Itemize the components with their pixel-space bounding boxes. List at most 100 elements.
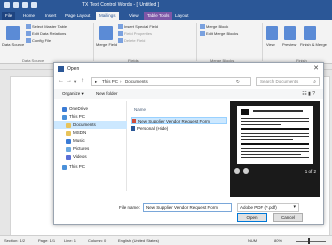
tab-insert[interactable]: Insert bbox=[42, 12, 59, 20]
zoom-slider[interactable] bbox=[296, 240, 326, 242]
search-placeholder: Search Documents bbox=[260, 79, 299, 84]
nav-item-music[interactable]: Music bbox=[54, 137, 127, 145]
dialog-command-bar: Organize ▾ New folder ☷ ▮ ? bbox=[54, 89, 323, 99]
data-source-label[interactable]: Data Source bbox=[2, 42, 24, 47]
pictures-icon bbox=[66, 146, 71, 152]
ribbon-separator bbox=[93, 23, 94, 61]
back-arrow-icon[interactable]: ← bbox=[58, 77, 64, 86]
nav-item-pictures[interactable]: Pictures bbox=[54, 145, 127, 153]
nav-item-this-pc-2[interactable]: This PC bbox=[54, 163, 127, 171]
field-properties-button[interactable]: Field Properties bbox=[124, 31, 152, 36]
config-file-button[interactable]: Config File bbox=[32, 38, 51, 43]
tab-home[interactable]: Home bbox=[20, 12, 38, 20]
merge-block-icon bbox=[200, 24, 205, 29]
navigation-pane: OneDrive This PC Documents MSDN Music Pi… bbox=[54, 101, 127, 191]
forward-arrow-icon[interactable]: → bbox=[66, 77, 72, 86]
preview-icon[interactable] bbox=[284, 26, 296, 40]
preview-page-counter: 1 of 2 bbox=[304, 169, 316, 174]
file-row[interactable]: New Supplier Vendor Request Form bbox=[131, 117, 227, 124]
undo-icon[interactable] bbox=[22, 2, 28, 8]
file-name-input[interactable]: New Supplier Vendor Request Form bbox=[143, 203, 232, 212]
cancel-button[interactable]: Cancel bbox=[273, 213, 303, 222]
preview-heading bbox=[253, 110, 303, 112]
file-name: New Supplier Vendor Request Form bbox=[138, 119, 211, 124]
previous-page-icon[interactable] bbox=[234, 168, 240, 174]
status-language[interactable]: English (United States) bbox=[118, 238, 159, 243]
open-button[interactable]: Open bbox=[237, 213, 267, 222]
merge-block-button[interactable]: Merge Block bbox=[206, 24, 228, 29]
tab-file[interactable]: File bbox=[2, 12, 16, 20]
folder-icon: ▸ bbox=[95, 79, 98, 84]
change-view-icon[interactable]: ☷ bbox=[302, 91, 306, 97]
preview-button[interactable]: Preview bbox=[282, 42, 296, 47]
select-master-table-button[interactable]: Select Master Table bbox=[32, 24, 67, 29]
search-input[interactable]: Search Documents ⌕ bbox=[256, 77, 320, 86]
new-folder-button[interactable]: New folder bbox=[96, 91, 118, 96]
ribbon: Data Source Select Master Table Edit Dat… bbox=[0, 20, 332, 64]
close-icon[interactable]: ✕ bbox=[313, 64, 319, 73]
organize-button[interactable]: Organize ▾ bbox=[62, 91, 84, 97]
file-row[interactable]: Personal (Hide) bbox=[131, 125, 227, 132]
document-file-icon bbox=[131, 126, 135, 131]
nav-item-videos[interactable]: Videos bbox=[54, 153, 127, 161]
edit-data-relations-icon bbox=[26, 31, 31, 36]
preview-section-bar bbox=[241, 128, 309, 130]
finish-merge-button[interactable]: Finish & Merge bbox=[300, 42, 330, 47]
tab-layout[interactable]: Layout bbox=[172, 12, 192, 20]
redo-icon[interactable] bbox=[31, 2, 37, 8]
view-options: ☷ ▮ ? bbox=[302, 91, 315, 97]
cloud-icon bbox=[62, 106, 67, 112]
merge-field-icon[interactable] bbox=[99, 26, 113, 40]
edit-data-relations-button[interactable]: Edit Data Relations bbox=[32, 31, 66, 36]
ribbon-separator bbox=[262, 23, 263, 61]
computer-icon bbox=[62, 114, 67, 120]
breadcrumb-this-pc[interactable]: This PC bbox=[102, 79, 118, 84]
preview-pane-icon[interactable]: ▮ bbox=[308, 91, 311, 97]
zoom-slider-thumb[interactable] bbox=[308, 238, 310, 244]
tab-table-tools: Table Tools bbox=[144, 12, 173, 20]
status-column: Column: 0 bbox=[88, 238, 107, 243]
insert-special-field-button[interactable]: Insert Special Field bbox=[124, 24, 158, 29]
edit-merge-blocks-button[interactable]: Edit Merge Blocks bbox=[206, 31, 238, 36]
dialog-app-icon bbox=[58, 66, 64, 72]
nav-item-onedrive[interactable]: OneDrive bbox=[54, 105, 127, 113]
tab-mailings[interactable]: Mailings bbox=[96, 12, 119, 20]
nav-item-documents[interactable]: Documents bbox=[54, 121, 127, 129]
nav-item-this-pc[interactable]: This PC bbox=[54, 113, 127, 121]
view-button[interactable]: View bbox=[266, 42, 275, 47]
delete-field-button[interactable]: Delete Field bbox=[124, 38, 145, 43]
data-source-icon[interactable] bbox=[6, 26, 20, 40]
file-name-value: New Supplier Vendor Request Form bbox=[146, 205, 219, 210]
status-num: NUM bbox=[248, 238, 258, 243]
file-name-label: File name: bbox=[119, 205, 141, 210]
file-type-select[interactable]: Adobe PDF (*.pdf) ▾ bbox=[237, 203, 299, 212]
address-bar[interactable]: ▸ This PC › Documents ↻ bbox=[91, 77, 251, 86]
next-page-icon[interactable] bbox=[243, 168, 249, 174]
preview-line bbox=[241, 124, 281, 125]
preview-line bbox=[241, 133, 309, 134]
finish-merge-icon[interactable] bbox=[304, 26, 316, 40]
refresh-icon[interactable]: ↻ bbox=[236, 79, 240, 85]
pdf-preview-page bbox=[237, 106, 313, 164]
quick-access-toolbar bbox=[4, 2, 37, 8]
recent-locations-chevron-icon[interactable]: ▾ bbox=[74, 77, 76, 86]
up-arrow-icon[interactable]: ↑ bbox=[81, 77, 84, 86]
tab-view[interactable]: View bbox=[126, 12, 142, 20]
breadcrumb-documents[interactable]: Documents bbox=[125, 79, 148, 84]
folder-icon bbox=[66, 130, 71, 136]
dialog-navigation-bar: ← → ▾ ↑ ▸ This PC › Documents ↻ Search D… bbox=[58, 77, 320, 86]
help-icon[interactable]: ? bbox=[312, 91, 315, 97]
column-header-name[interactable]: Name bbox=[134, 107, 146, 112]
dialog-title-bar: Open ✕ bbox=[54, 63, 323, 75]
search-icon: ⌕ bbox=[313, 79, 316, 85]
tab-page-layout[interactable]: Page Layout bbox=[62, 12, 93, 20]
nav-item-msdn[interactable]: MSDN bbox=[54, 129, 127, 137]
videos-icon bbox=[66, 154, 71, 160]
zoom-level[interactable]: 80% bbox=[274, 238, 282, 243]
merge-field-label[interactable]: Merge Field bbox=[96, 42, 117, 47]
view-icon[interactable] bbox=[266, 26, 278, 40]
status-line: Line: 1 bbox=[64, 238, 77, 243]
pdf-file-icon bbox=[132, 119, 136, 123]
save-icon[interactable] bbox=[13, 2, 19, 8]
dialog-title: Open bbox=[67, 66, 80, 72]
